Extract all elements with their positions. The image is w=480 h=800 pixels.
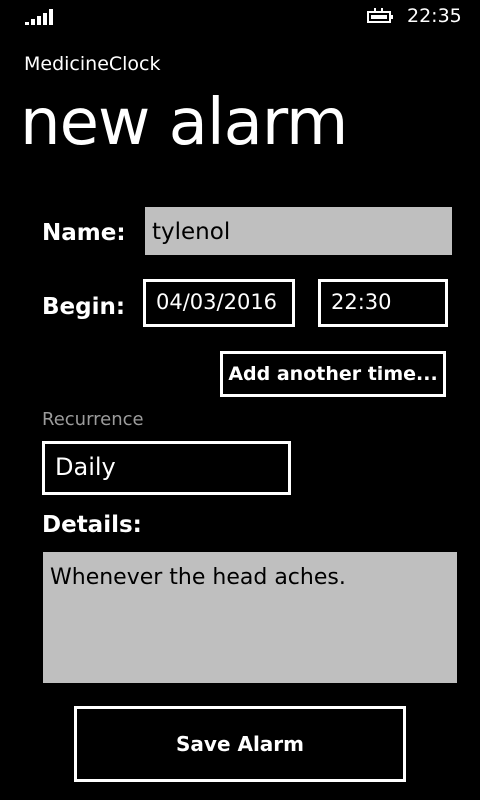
signal-strength-icon	[25, 9, 53, 25]
status-time: 22:35	[407, 5, 462, 27]
begin-date-value: 04/03/2016	[156, 290, 278, 314]
battery-charging-icon	[367, 8, 393, 23]
details-textarea[interactable]: Whenever the head aches.	[43, 552, 457, 683]
recurrence-label: Recurrence	[42, 409, 144, 430]
page-title: new alarm	[20, 86, 348, 160]
app-name: MedicineClock	[24, 53, 161, 75]
add-another-time-button[interactable]: Add another time...	[220, 351, 446, 397]
name-label: Name:	[42, 220, 126, 246]
details-label: Details:	[42, 512, 142, 538]
save-alarm-button[interactable]: Save Alarm	[74, 706, 406, 782]
begin-date-picker[interactable]: 04/03/2016	[143, 279, 295, 327]
begin-time-picker[interactable]: 22:30	[318, 279, 448, 327]
recurrence-value: Daily	[55, 453, 116, 481]
begin-label: Begin:	[42, 294, 126, 320]
phone-screen: 22:35 MedicineClock new alarm Name: tyle…	[0, 0, 480, 800]
begin-time-value: 22:30	[331, 290, 392, 314]
name-input[interactable]: tylenol	[145, 207, 452, 255]
recurrence-select[interactable]: Daily	[42, 441, 291, 495]
